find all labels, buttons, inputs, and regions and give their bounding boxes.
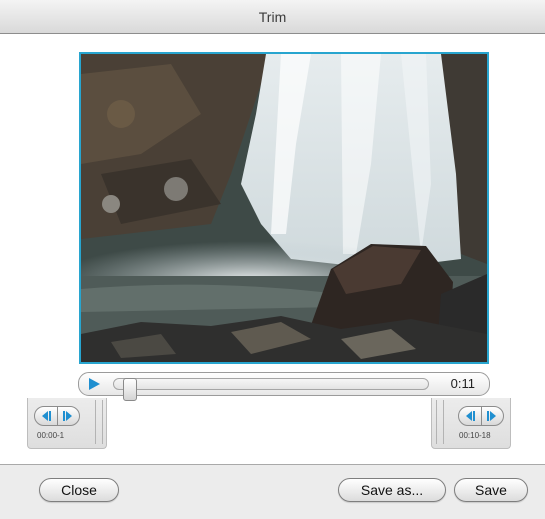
trim-start-step-forward-button[interactable] — [56, 407, 80, 425]
save-as-button[interactable]: Save as... — [338, 478, 446, 502]
content-area: 0:11 00:00-1 00:10-18 — [0, 34, 545, 464]
step-back-icon — [465, 411, 475, 421]
trim-start-handle[interactable]: 00:00-1 — [27, 398, 107, 449]
save-button[interactable]: Save — [454, 478, 528, 502]
trim-end-stepper — [458, 406, 504, 426]
window-title: Trim — [258, 8, 287, 25]
step-back-icon — [41, 411, 51, 421]
close-button[interactable]: Close — [39, 478, 119, 502]
trim-end-handle[interactable]: 00:10-18 — [431, 398, 511, 449]
trim-end-step-back-button[interactable] — [459, 407, 481, 425]
video-preview[interactable] — [79, 52, 489, 364]
trim-end-step-forward-button[interactable] — [480, 407, 504, 425]
playhead-thumb[interactable] — [123, 378, 137, 401]
play-icon — [89, 378, 100, 390]
trim-end-grip[interactable] — [436, 400, 444, 444]
footer-divider — [0, 464, 545, 465]
timeline-bar: 0:11 — [78, 372, 490, 401]
trim-window: Trim 0:11 00:00-1 00:10-18 Close Save as… — [0, 0, 545, 519]
title-bar[interactable]: Trim — [0, 0, 545, 34]
step-forward-icon — [487, 411, 497, 421]
trim-start-grip[interactable] — [95, 400, 103, 444]
waterfall-frame-image — [81, 54, 487, 362]
play-button[interactable] — [87, 377, 101, 391]
scrub-track[interactable] — [113, 378, 429, 401]
trim-start-step-back-button[interactable] — [35, 407, 57, 425]
step-forward-icon — [63, 411, 73, 421]
trim-start-stepper — [34, 406, 80, 426]
trim-end-label: 00:10-18 — [459, 431, 491, 440]
current-time-label: 0:11 — [450, 376, 475, 391]
trim-start-label: 00:00-1 — [37, 431, 65, 440]
